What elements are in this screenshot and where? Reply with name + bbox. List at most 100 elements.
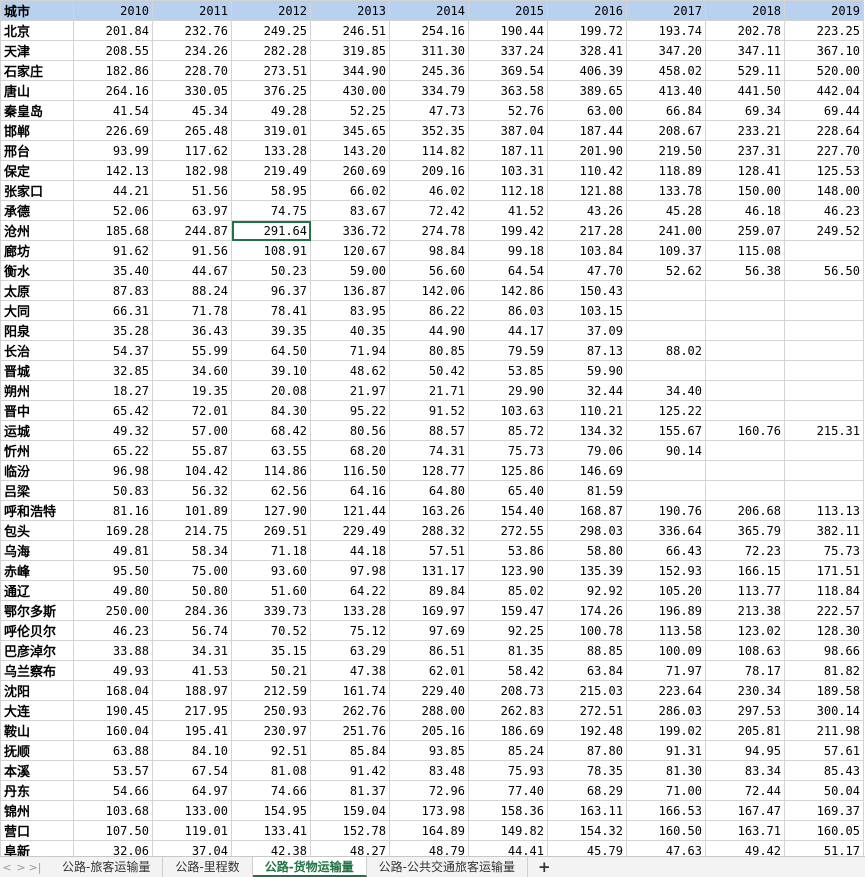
- value-cell[interactable]: 128.41: [705, 160, 785, 181]
- value-cell[interactable]: 81.30: [626, 760, 706, 781]
- city-name-cell[interactable]: 呼伦贝尔: [0, 620, 74, 641]
- value-cell[interactable]: 363.58: [468, 80, 548, 101]
- value-cell[interactable]: 520.00: [784, 60, 864, 81]
- city-name-cell[interactable]: 晋中: [0, 400, 74, 421]
- value-cell[interactable]: 29.90: [468, 380, 548, 401]
- value-cell[interactable]: [784, 480, 864, 501]
- value-cell[interactable]: 264.16: [73, 80, 153, 101]
- city-name-cell[interactable]: 保定: [0, 160, 74, 181]
- value-cell[interactable]: 249.25: [231, 20, 311, 41]
- value-cell[interactable]: 81.16: [73, 500, 153, 521]
- value-cell[interactable]: 113.13: [784, 500, 864, 521]
- value-cell[interactable]: 166.53: [626, 800, 706, 821]
- value-cell[interactable]: 228.70: [152, 60, 232, 81]
- column-header-year[interactable]: 2018: [705, 0, 785, 21]
- value-cell[interactable]: 92.92: [547, 580, 627, 601]
- value-cell[interactable]: 123.90: [468, 560, 548, 581]
- value-cell[interactable]: 47.70: [547, 260, 627, 281]
- value-cell[interactable]: 259.07: [705, 220, 785, 241]
- value-cell[interactable]: [705, 460, 785, 481]
- value-cell[interactable]: 71.78: [152, 300, 232, 321]
- value-cell[interactable]: 273.51: [231, 60, 311, 81]
- sheet-tab[interactable]: 公路-公共交通旅客运输量: [367, 857, 529, 877]
- value-cell[interactable]: 226.69: [73, 120, 153, 141]
- column-header-year[interactable]: 2019: [784, 0, 864, 21]
- nav-next-icon[interactable]: >: [14, 861, 28, 874]
- value-cell[interactable]: 50.04: [784, 780, 864, 801]
- column-header-year[interactable]: 2015: [468, 0, 548, 21]
- value-cell[interactable]: 46.02: [389, 180, 469, 201]
- value-cell[interactable]: 62.56: [231, 480, 311, 501]
- value-cell[interactable]: 95.50: [73, 560, 153, 581]
- value-cell[interactable]: 223.25: [784, 20, 864, 41]
- column-header-year[interactable]: 2010: [73, 0, 153, 21]
- value-cell[interactable]: 160.50: [626, 820, 706, 841]
- value-cell[interactable]: 142.13: [73, 160, 153, 181]
- city-name-cell[interactable]: 衡水: [0, 260, 74, 281]
- value-cell[interactable]: [784, 240, 864, 261]
- value-cell[interactable]: 148.00: [784, 180, 864, 201]
- value-cell[interactable]: 49.93: [73, 660, 153, 681]
- value-cell[interactable]: 376.25: [231, 80, 311, 101]
- value-cell[interactable]: 143.20: [310, 140, 390, 161]
- value-cell[interactable]: 142.06: [389, 280, 469, 301]
- value-cell[interactable]: 146.69: [547, 460, 627, 481]
- value-cell[interactable]: 56.50: [784, 260, 864, 281]
- value-cell[interactable]: 201.90: [547, 140, 627, 161]
- city-name-cell[interactable]: 沈阳: [0, 680, 74, 701]
- value-cell[interactable]: 56.74: [152, 620, 232, 641]
- value-cell[interactable]: 98.66: [784, 640, 864, 661]
- city-name-cell[interactable]: 乌兰察布: [0, 660, 74, 681]
- value-cell[interactable]: 274.78: [389, 220, 469, 241]
- value-cell[interactable]: 413.40: [626, 80, 706, 101]
- value-cell[interactable]: 59.00: [310, 260, 390, 281]
- value-cell[interactable]: 85.02: [468, 580, 548, 601]
- value-cell[interactable]: [784, 280, 864, 301]
- value-cell[interactable]: 246.51: [310, 20, 390, 41]
- value-cell[interactable]: 185.68: [73, 220, 153, 241]
- value-cell[interactable]: 68.20: [310, 440, 390, 461]
- value-cell[interactable]: 163.71: [705, 820, 785, 841]
- value-cell[interactable]: 103.31: [468, 160, 548, 181]
- value-cell[interactable]: 95.22: [310, 400, 390, 421]
- value-cell[interactable]: [705, 440, 785, 461]
- value-cell[interactable]: 83.34: [705, 760, 785, 781]
- value-cell[interactable]: 234.26: [152, 40, 232, 61]
- value-cell[interactable]: 41.54: [73, 100, 153, 121]
- value-cell[interactable]: 109.37: [626, 240, 706, 261]
- value-cell[interactable]: 430.00: [310, 80, 390, 101]
- value-cell[interactable]: 269.51: [231, 520, 311, 541]
- value-cell[interactable]: 251.76: [310, 720, 390, 741]
- value-cell[interactable]: 81.35: [468, 640, 548, 661]
- value-cell[interactable]: 336.64: [626, 520, 706, 541]
- value-cell[interactable]: 91.31: [626, 740, 706, 761]
- value-cell[interactable]: 219.50: [626, 140, 706, 161]
- value-cell[interactable]: 230.34: [705, 680, 785, 701]
- value-cell[interactable]: 202.78: [705, 20, 785, 41]
- value-cell[interactable]: 45.34: [152, 100, 232, 121]
- value-cell[interactable]: 367.10: [784, 40, 864, 61]
- value-cell[interactable]: 96.37: [231, 280, 311, 301]
- value-cell[interactable]: 272.51: [547, 700, 627, 721]
- value-cell[interactable]: 80.56: [310, 420, 390, 441]
- city-name-cell[interactable]: 晋城: [0, 360, 74, 381]
- value-cell[interactable]: 206.68: [705, 500, 785, 521]
- value-cell[interactable]: 75.73: [468, 440, 548, 461]
- value-cell[interactable]: [784, 340, 864, 361]
- value-cell[interactable]: 45.28: [626, 200, 706, 221]
- value-cell[interactable]: 330.05: [152, 80, 232, 101]
- value-cell[interactable]: 39.10: [231, 360, 311, 381]
- value-cell[interactable]: 50.83: [73, 480, 153, 501]
- value-cell[interactable]: 529.11: [705, 60, 785, 81]
- value-cell[interactable]: 222.57: [784, 600, 864, 621]
- value-cell[interactable]: 32.06: [73, 840, 153, 856]
- value-cell[interactable]: 80.85: [389, 340, 469, 361]
- value-cell[interactable]: 85.72: [468, 420, 548, 441]
- value-cell[interactable]: 369.54: [468, 60, 548, 81]
- value-cell[interactable]: 337.24: [468, 40, 548, 61]
- value-cell[interactable]: 113.77: [705, 580, 785, 601]
- value-cell[interactable]: 291.64: [231, 220, 311, 241]
- city-name-cell[interactable]: 丹东: [0, 780, 74, 801]
- value-cell[interactable]: 92.51: [231, 740, 311, 761]
- value-cell[interactable]: 20.08: [231, 380, 311, 401]
